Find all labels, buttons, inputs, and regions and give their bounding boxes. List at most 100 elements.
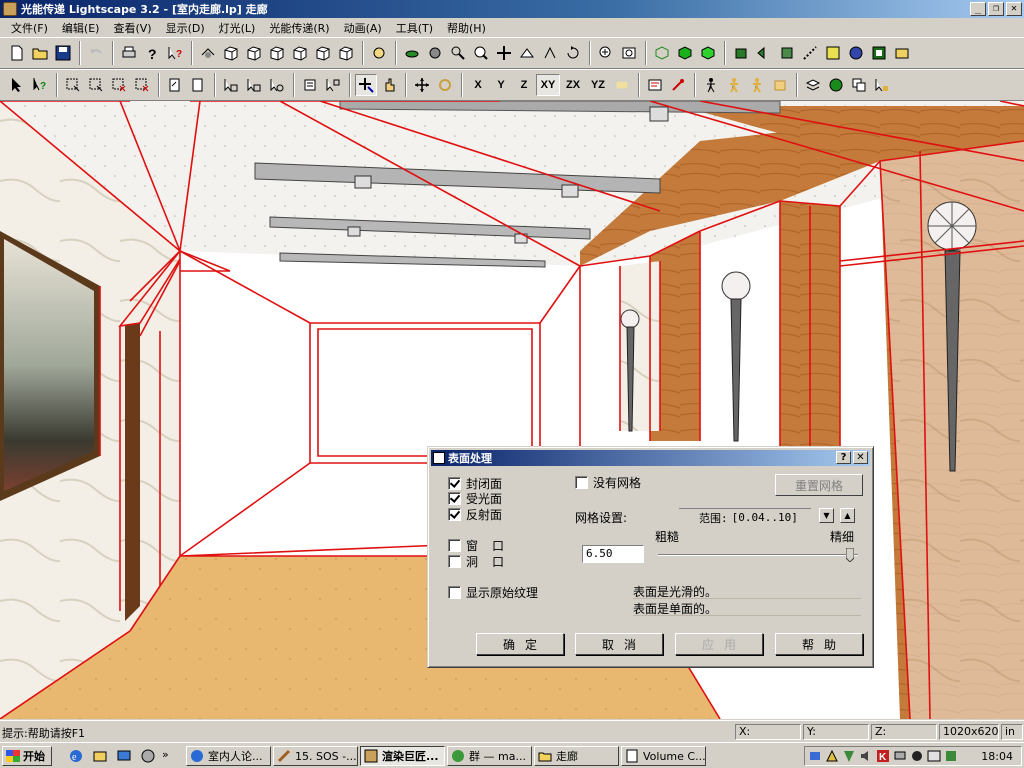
checkbox-show-texture-box[interactable]: [448, 586, 461, 599]
checkbox-hole[interactable]: 洞 口: [448, 553, 504, 570]
paste-doc-icon[interactable]: [187, 74, 209, 96]
close-button[interactable]: ✕: [1006, 2, 1022, 16]
tray-app-icon[interactable]: [944, 749, 958, 763]
layer-stack-icon[interactable]: [802, 74, 824, 96]
orbit-icon[interactable]: [401, 42, 423, 64]
axis-y-button[interactable]: Y: [490, 74, 512, 96]
desktop-icon[interactable]: [116, 748, 132, 764]
views-icon[interactable]: [891, 42, 913, 64]
minimize-button[interactable]: _: [970, 2, 986, 16]
globe-icon[interactable]: [825, 74, 847, 96]
checkbox-closed-box[interactable]: [448, 477, 461, 490]
checkbox-window[interactable]: 窗 口: [448, 537, 504, 554]
select-object-icon[interactable]: [197, 42, 219, 64]
walk-person-icon[interactable]: [700, 74, 722, 96]
dialog-title-bar[interactable]: 表面处理 ? ✕: [431, 450, 870, 466]
checkbox-window-box[interactable]: [448, 539, 461, 552]
checkbox-reflect[interactable]: 反射面: [448, 506, 502, 523]
checkbox-show-texture[interactable]: 显示原始纹理: [448, 584, 538, 601]
tray-qq-icon[interactable]: [910, 749, 924, 763]
zoom-icon[interactable]: [470, 42, 492, 64]
start-button[interactable]: 开始: [2, 746, 52, 766]
light-source-icon[interactable]: [753, 42, 775, 64]
pick-select-icon[interactable]: [322, 74, 344, 96]
context-help-icon[interactable]: ?: [164, 42, 186, 64]
light-object-icon[interactable]: [730, 42, 752, 64]
menu-display[interactable]: 显示(D): [159, 20, 212, 36]
blocks-icon[interactable]: [845, 42, 867, 64]
media-icon[interactable]: [140, 748, 156, 764]
select-box-icon[interactable]: [62, 74, 84, 96]
list-select-icon[interactable]: [299, 74, 321, 96]
select-arrow-icon[interactable]: [6, 74, 28, 96]
checkbox-hole-box[interactable]: [448, 555, 461, 568]
move-select-icon[interactable]: [220, 74, 242, 96]
copy-select-icon[interactable]: [243, 74, 265, 96]
rotate-object-icon[interactable]: [434, 74, 456, 96]
deselect-icon[interactable]: [131, 74, 153, 96]
all-axis-icon[interactable]: [611, 74, 633, 96]
task-button-6[interactable]: Volume C...: [621, 746, 706, 766]
dialog-close-button[interactable]: ✕: [853, 451, 868, 464]
checkbox-receive-box[interactable]: [448, 492, 461, 505]
range-down-button[interactable]: ▼: [819, 508, 834, 523]
hand-pointer-icon[interactable]: [378, 74, 400, 96]
note-icon[interactable]: [644, 74, 666, 96]
mesh-slider-track[interactable]: [658, 554, 858, 556]
dolly-icon[interactable]: [516, 42, 538, 64]
cube-view-2-icon[interactable]: [243, 42, 265, 64]
task-button-1[interactable]: 室内人论...: [186, 746, 271, 766]
maximize-button[interactable]: ❐: [988, 2, 1004, 16]
pointer-tool-icon[interactable]: [871, 74, 893, 96]
apply-button[interactable]: 应用: [675, 633, 763, 655]
pan-icon[interactable]: [493, 42, 515, 64]
range-up-button[interactable]: ▲: [840, 508, 855, 523]
tray-antivirus-icon[interactable]: [825, 749, 839, 763]
open-folder-icon[interactable]: [29, 42, 51, 64]
wire-cube-icon[interactable]: [651, 42, 673, 64]
layers-icon[interactable]: [868, 42, 890, 64]
person-yellow-3-icon[interactable]: [769, 74, 791, 96]
person-yellow-2-icon[interactable]: [746, 74, 768, 96]
task-button-2[interactable]: 15. SOS -...: [273, 746, 358, 766]
menu-edit[interactable]: 编辑(E): [55, 20, 107, 36]
material-icon[interactable]: [822, 42, 844, 64]
cube-view-3-icon[interactable]: [266, 42, 288, 64]
menu-view[interactable]: 查看(V): [106, 20, 158, 36]
solid-cube-icon[interactable]: [674, 42, 696, 64]
select-remove-icon[interactable]: [108, 74, 130, 96]
task-button-4[interactable]: 群 — ma...: [447, 746, 532, 766]
menu-tools[interactable]: 工具(T): [389, 20, 440, 36]
tray-network-icon[interactable]: [808, 749, 822, 763]
menu-radiosity[interactable]: 光能传递(R): [262, 20, 336, 36]
tray-ime-icon[interactable]: [927, 749, 941, 763]
undo-icon[interactable]: [85, 42, 107, 64]
zoom-window-icon[interactable]: [595, 42, 617, 64]
mesh-value-input[interactable]: 6.50: [582, 545, 644, 563]
copy-doc-icon[interactable]: [164, 74, 186, 96]
checkbox-receive-light[interactable]: 受光面: [448, 490, 502, 507]
menu-help[interactable]: 帮助(H): [440, 20, 493, 36]
tilt-icon[interactable]: [539, 42, 561, 64]
print-icon[interactable]: [118, 42, 140, 64]
plane-yz-button[interactable]: YZ: [586, 74, 610, 96]
rotate-select-icon[interactable]: [266, 74, 288, 96]
query-arrow-icon[interactable]: ?: [29, 74, 51, 96]
menu-animation[interactable]: 动画(A): [337, 20, 389, 36]
tray-monitor-icon[interactable]: [893, 749, 907, 763]
walk-icon[interactable]: [424, 42, 446, 64]
zoom-extents-icon[interactable]: [618, 42, 640, 64]
cube-view-1-icon[interactable]: [220, 42, 242, 64]
shaded-cube-icon[interactable]: [697, 42, 719, 64]
process-icon[interactable]: [799, 42, 821, 64]
rotate-icon[interactable]: [562, 42, 584, 64]
quicklaunch-more-icon[interactable]: »: [162, 748, 169, 761]
ok-button[interactable]: 确定: [476, 633, 564, 655]
cross-select-icon[interactable]: [355, 74, 377, 96]
tray-volume-icon[interactable]: [859, 749, 873, 763]
save-icon[interactable]: [52, 42, 74, 64]
eyedropper-icon[interactable]: [667, 74, 689, 96]
camera-icon[interactable]: [368, 42, 390, 64]
tray-k-icon[interactable]: K: [876, 749, 890, 763]
checkbox-no-mesh[interactable]: 没有网格: [575, 474, 641, 491]
